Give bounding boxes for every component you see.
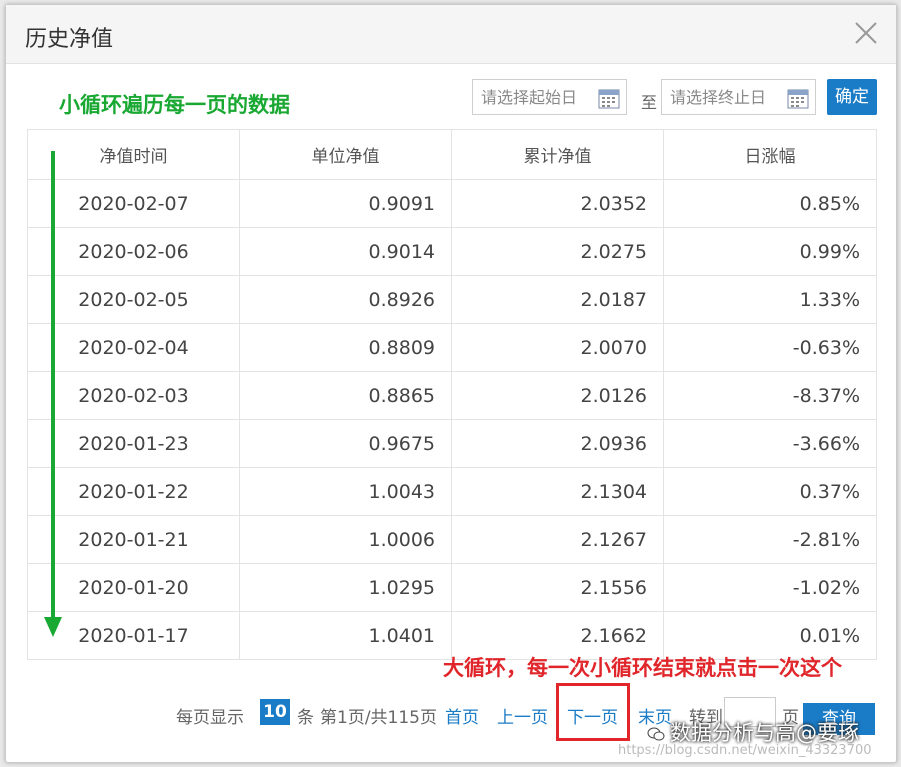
header-daily-change[interactable]: 日涨幅: [663, 129, 877, 180]
daily-change-cell: -8.37%: [663, 371, 877, 420]
header-date[interactable]: 净值时间: [27, 129, 240, 180]
calendar-icon[interactable]: [598, 87, 620, 109]
date-cell: 2020-01-20: [27, 563, 240, 612]
date-cell: 2020-01-23: [27, 419, 240, 468]
annotation-outer-loop: 大循环，每一次小循环结束就点击一次这个: [443, 656, 842, 680]
table-row: 2020-02-06 0.9014 2.0275 0.99%: [27, 227, 877, 276]
accumulated-nav-cell: 2.0070: [451, 323, 664, 372]
date-cell: 2020-02-07: [27, 179, 240, 228]
date-cell: 2020-01-21: [27, 515, 240, 564]
table-row: 2020-01-23 0.9675 2.0936 -3.66%: [27, 419, 877, 468]
daily-change-cell: 0.85%: [663, 179, 877, 228]
close-icon[interactable]: [852, 19, 880, 47]
nav-history-table: 净值时间 单位净值 累计净值 日涨幅 2020-02-07 0.9091 2.035…: [27, 129, 877, 660]
next-page-highlight: [556, 683, 630, 741]
calendar-icon[interactable]: [787, 87, 809, 109]
table-row: 2020-01-22 1.0043 2.1304 0.37%: [27, 467, 877, 516]
to-label: 至: [641, 93, 658, 112]
loop-arrow-line: [51, 151, 55, 621]
prev-page-link[interactable]: 上一页: [497, 703, 548, 728]
date-cell: 2020-02-06: [27, 227, 240, 276]
daily-change-cell: 1.33%: [663, 275, 877, 324]
end-date-input[interactable]: [662, 80, 788, 114]
dialog-title: 历史净值: [25, 27, 114, 52]
daily-change-cell: -2.81%: [663, 515, 877, 564]
daily-change-cell: 0.37%: [663, 467, 877, 516]
unit-nav-cell: 0.8809: [239, 323, 452, 372]
daily-change-cell: -1.02%: [663, 563, 877, 612]
per-page-label: 每页显示: [176, 708, 244, 728]
date-cell: 2020-02-04: [27, 323, 240, 372]
page-info: 第1页/共115页: [320, 708, 437, 728]
daily-change-cell: -0.63%: [663, 323, 877, 372]
date-cell: 2020-01-22: [27, 467, 240, 516]
per-page-value[interactable]: 10: [260, 699, 290, 725]
accumulated-nav-cell: 2.0126: [451, 371, 664, 420]
accumulated-nav-cell: 2.0936: [451, 419, 664, 468]
accumulated-nav-cell: 2.0352: [451, 179, 664, 228]
header-accumulated-nav[interactable]: 累计净值: [451, 129, 664, 180]
end-date-field[interactable]: [661, 79, 816, 115]
date-cell: 2020-02-03: [27, 371, 240, 420]
confirm-button[interactable]: 确定: [827, 79, 877, 115]
accumulated-nav-cell: 2.1304: [451, 467, 664, 516]
unit-nav-cell: 0.9675: [239, 419, 452, 468]
arrow-down-icon: [44, 617, 62, 637]
unit-label: 条: [297, 708, 314, 728]
wechat-icon: [647, 727, 665, 741]
first-page-link[interactable]: 首页: [445, 703, 479, 728]
start-date-input[interactable]: [473, 80, 599, 114]
accumulated-nav-cell: 2.1556: [451, 563, 664, 612]
unit-nav-cell: 1.0401: [239, 611, 452, 660]
table-row: 2020-02-04 0.8809 2.0070 -0.63%: [27, 323, 877, 372]
dialog-titlebar: 历史净值: [6, 5, 896, 64]
unit-nav-cell: 0.8926: [239, 275, 452, 324]
daily-change-cell: 0.99%: [663, 227, 877, 276]
accumulated-nav-cell: 2.0275: [451, 227, 664, 276]
watermark-url: https://blog.csdn.net/weixin_43323700: [618, 743, 872, 758]
unit-nav-cell: 0.9091: [239, 179, 452, 228]
header-unit-nav[interactable]: 单位净值: [239, 129, 452, 180]
table-row: 2020-02-07 0.9091 2.0352 0.85%: [27, 179, 877, 228]
start-date-field[interactable]: [472, 79, 627, 115]
annotation-inner-loop: 小循环遍历每一页的数据: [59, 93, 290, 117]
unit-nav-cell: 1.0043: [239, 467, 452, 516]
table-row: 2020-01-21 1.0006 2.1267 -2.81%: [27, 515, 877, 564]
daily-change-cell: -3.66%: [663, 419, 877, 468]
table-row: 2020-01-20 1.0295 2.1556 -1.02%: [27, 563, 877, 612]
table-row: 2020-02-03 0.8865 2.0126 -8.37%: [27, 371, 877, 420]
history-nav-dialog: 历史净值 小循环遍历每一页的数据 至: [5, 4, 897, 763]
unit-nav-cell: 0.9014: [239, 227, 452, 276]
accumulated-nav-cell: 2.0187: [451, 275, 664, 324]
unit-nav-cell: 1.0006: [239, 515, 452, 564]
unit-nav-cell: 1.0295: [239, 563, 452, 612]
date-cell: 2020-02-05: [27, 275, 240, 324]
table-row: 2020-02-05 0.8926 2.0187 1.33%: [27, 275, 877, 324]
accumulated-nav-cell: 2.1267: [451, 515, 664, 564]
unit-nav-cell: 0.8865: [239, 371, 452, 420]
table-header-row: 净值时间 单位净值 累计净值 日涨幅: [27, 129, 877, 180]
